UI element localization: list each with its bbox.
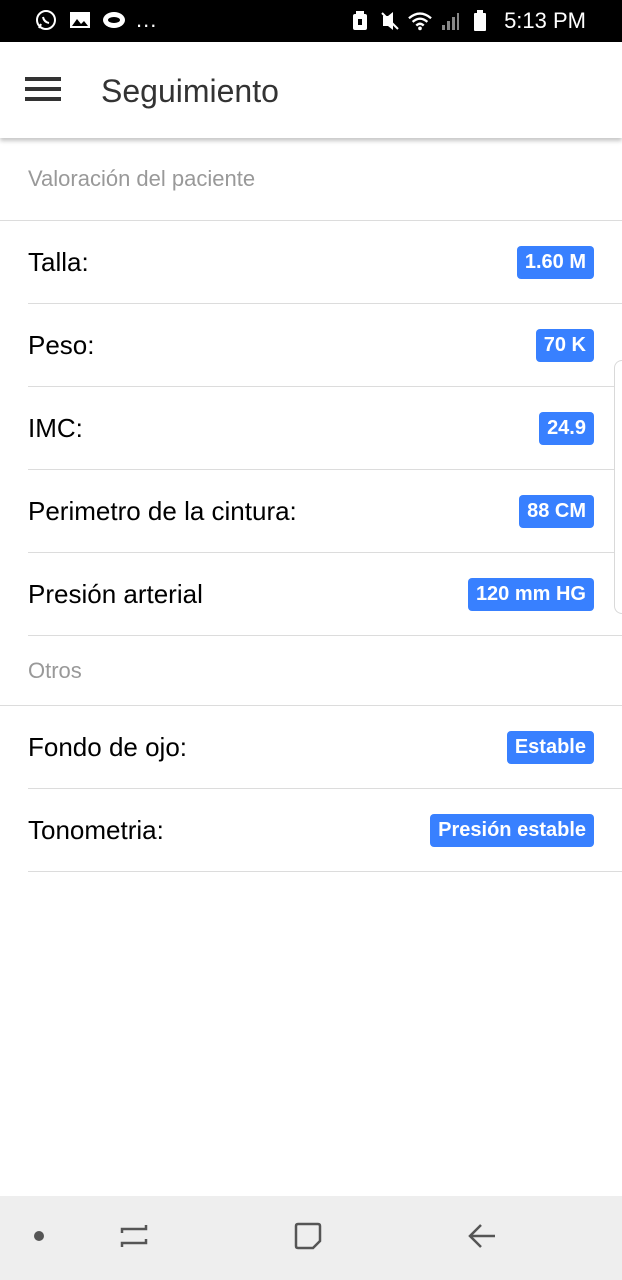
status-right-group: 5:13 PM [348, 8, 586, 34]
list-item-talla[interactable]: Talla: 1.60 M [28, 221, 622, 304]
home-icon [293, 1221, 323, 1256]
list-item-tonometria[interactable]: Tonometria: Presión estable [28, 789, 622, 872]
value-badge: Presión estable [430, 813, 594, 847]
signal-icon [438, 9, 462, 33]
status-time: 5:13 PM [504, 8, 586, 33]
item-label: Talla: [28, 246, 89, 277]
edge-panel-handle[interactable] [614, 360, 622, 614]
value-badge: 120 mm HG [467, 577, 594, 611]
list-item-fondo-de-ojo[interactable]: Fondo de ojo: Estable [28, 706, 622, 789]
nav-dot-button[interactable] [17, 1216, 61, 1260]
status-bar: ... 5:13 PM [0, 0, 622, 42]
section-header-assessment: Valoración del paciente [0, 138, 622, 221]
item-label: Perimetro de la cintura: [28, 495, 297, 526]
value-badge: 88 CM [519, 494, 594, 528]
item-label: IMC: [28, 412, 83, 443]
status-overflow: ... [136, 7, 158, 32]
back-icon [467, 1221, 497, 1256]
menu-button[interactable] [18, 66, 68, 116]
vibrate-icon [378, 9, 402, 33]
wifi-icon [408, 9, 432, 33]
toolbar: Seguimiento [0, 42, 622, 138]
status-left-group: ... [34, 8, 157, 32]
page-title: Seguimiento [101, 73, 279, 109]
battery-icon [468, 9, 492, 33]
item-label: Fondo de ojo: [28, 731, 188, 762]
list-item-presion[interactable]: Presión arterial 120 mm HG [28, 553, 622, 636]
item-label: Presión arterial [28, 578, 203, 609]
home-button[interactable] [286, 1216, 330, 1260]
value-badge: 24.9 [539, 411, 594, 445]
image-icon [68, 8, 92, 32]
item-label: Tonometria: [28, 814, 164, 845]
value-badge: Estable [506, 730, 594, 764]
hamburger-menu-icon [25, 76, 61, 107]
back-button[interactable] [460, 1216, 504, 1260]
content-list: Valoración del paciente Talla: 1.60 M Pe… [0, 138, 622, 872]
recent-apps-icon [118, 1221, 150, 1256]
cloud-icon [102, 8, 126, 32]
whatsapp-icon [34, 8, 58, 32]
list-item-peso[interactable]: Peso: 70 K [28, 304, 622, 387]
recent-apps-button[interactable] [112, 1216, 156, 1260]
list-item-imc[interactable]: IMC: 24.9 [28, 387, 622, 470]
dot-icon [33, 1229, 45, 1247]
alarm-icon [348, 9, 372, 33]
list-item-cintura[interactable]: Perimetro de la cintura: 88 CM [28, 470, 622, 553]
value-badge: 70 K [535, 328, 594, 362]
nav-bar [0, 1196, 622, 1280]
value-badge: 1.60 M [516, 245, 594, 279]
item-label: Peso: [28, 329, 95, 360]
section-header-others: Otros [0, 636, 622, 706]
